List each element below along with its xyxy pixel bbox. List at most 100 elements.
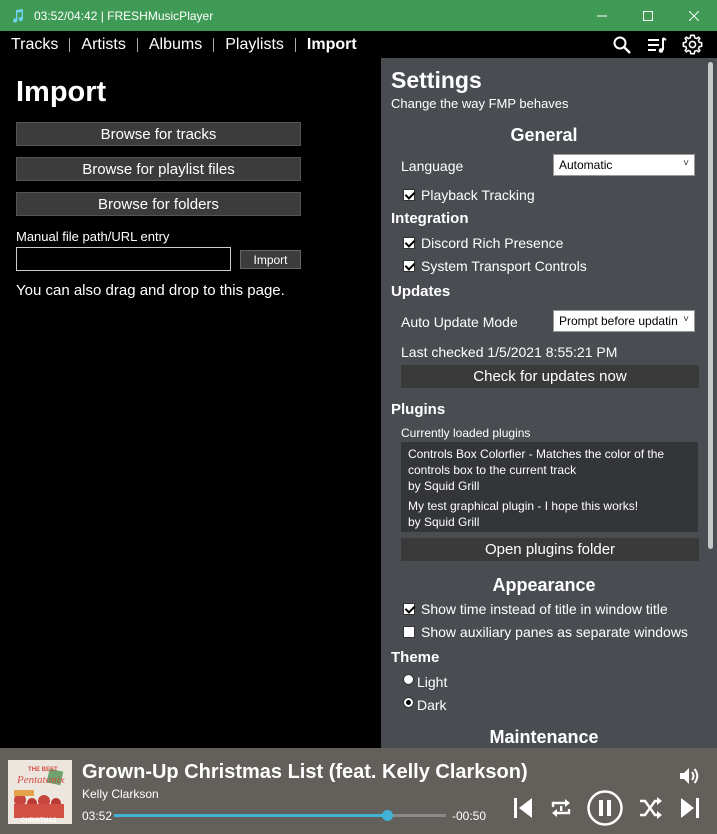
- queue-button[interactable]: [646, 34, 668, 56]
- appearance-heading: Appearance: [492, 575, 596, 595]
- plugins-list[interactable]: Controls Box Colorfier - Matches the col…: [401, 442, 698, 532]
- drag-drop-hint: You can also drag and drop to this page.: [16, 282, 285, 299]
- minimize-icon: [597, 15, 607, 16]
- progress-thumb[interactable]: [382, 810, 394, 821]
- maintenance-heading: Maintenance: [489, 727, 599, 747]
- checkbox-box: [403, 237, 415, 249]
- album-art[interactable]: THE BEST Pentatonix CHRISTMAS: [8, 760, 72, 824]
- progress-fill: [114, 814, 388, 817]
- theme-light-radio[interactable]: Light: [403, 673, 447, 690]
- repeat-icon: [551, 799, 571, 817]
- radio-label: Dark: [417, 697, 447, 713]
- tab-albums[interactable]: Albums: [138, 36, 213, 54]
- checkbox-box: [403, 189, 415, 201]
- player-controls: THE BEST Pentatonix CHRISTMAS Grown-Up C…: [0, 748, 717, 834]
- search-button[interactable]: [611, 34, 633, 56]
- integration-heading: Integration: [391, 210, 469, 227]
- settings-pane: Settings Change the way FMP behaves Gene…: [381, 58, 717, 748]
- manual-entry-label: Manual file path/URL entry: [16, 229, 170, 244]
- import-button[interactable]: Import: [240, 250, 301, 269]
- theme-heading: Theme: [391, 649, 440, 666]
- nav-bar: Tracks Artists Albums Playlists Import: [0, 31, 717, 58]
- open-plugins-folder-button[interactable]: Open plugins folder: [401, 538, 699, 561]
- album-art-bottom-text: CHRISTMAS: [21, 818, 57, 824]
- smtc-checkbox[interactable]: System Transport Controls: [403, 258, 587, 274]
- checkbox-label: Playback Tracking: [421, 187, 535, 203]
- check-updates-button[interactable]: Check for updates now: [401, 365, 699, 388]
- aux-panes-checkbox[interactable]: Show auxiliary panes as separate windows: [403, 624, 688, 640]
- settings-button[interactable]: [681, 34, 703, 56]
- shuffle-button[interactable]: [636, 794, 666, 822]
- play-pause-button[interactable]: [585, 788, 625, 828]
- settings-subtitle: Change the way FMP behaves: [391, 96, 569, 111]
- pause-icon: [587, 790, 623, 826]
- tab-artists[interactable]: Artists: [70, 36, 136, 54]
- radio-dot: [403, 673, 414, 685]
- playback-tracking-checkbox[interactable]: Playback Tracking: [403, 187, 535, 203]
- skip-previous-icon: [514, 798, 532, 818]
- repeat-button[interactable]: [546, 794, 576, 822]
- track-title[interactable]: Grown-Up Christmas List (feat. Kelly Cla…: [82, 761, 528, 784]
- checkbox-label: System Transport Controls: [421, 258, 587, 274]
- list-item: Controls Box Colorfier - Matches the col…: [408, 446, 691, 494]
- settings-gear-icon: [682, 34, 702, 55]
- general-heading: General: [510, 125, 578, 145]
- tab-playlists[interactable]: Playlists: [214, 36, 295, 54]
- update-mode-select[interactable]: Prompt before updating ˅: [553, 310, 695, 332]
- album-art-image: THE BEST Pentatonix CHRISTMAS: [8, 760, 72, 824]
- queue-icon: [648, 36, 667, 53]
- minimize-button[interactable]: [579, 0, 625, 31]
- progress-slider[interactable]: [114, 810, 446, 821]
- update-mode-select-value: Prompt before updating: [559, 314, 677, 328]
- discord-rpc-checkbox[interactable]: Discord Rich Presence: [403, 235, 563, 251]
- browse-playlists-button[interactable]: Browse for playlist files: [16, 157, 301, 181]
- window-title: 03:52/04:42 | FRESHMusicPlayer: [34, 8, 214, 23]
- album-art-band-text: Pentatonix: [16, 774, 65, 786]
- plugin-author: by Squid Grill: [408, 515, 480, 529]
- page-title: Import: [16, 76, 107, 108]
- previous-button[interactable]: [508, 794, 538, 822]
- time-in-title-checkbox[interactable]: Show time instead of title in window tit…: [403, 601, 668, 617]
- browse-folders-button[interactable]: Browse for folders: [16, 192, 301, 216]
- manual-path-input[interactable]: [16, 247, 231, 271]
- language-select-value: Automatic: [559, 158, 613, 172]
- next-button[interactable]: [675, 794, 705, 822]
- plugin-description: My test graphical plugin - I hope this w…: [408, 499, 639, 513]
- volume-icon: [680, 768, 699, 784]
- language-select[interactable]: Automatic ˅: [553, 154, 695, 176]
- checkbox-box: [403, 260, 415, 272]
- chevron-down-icon: ˅: [683, 314, 689, 325]
- update-mode-label: Auto Update Mode: [401, 314, 518, 330]
- track-artist[interactable]: Kelly Clarkson: [82, 787, 159, 801]
- checkbox-box: [403, 626, 415, 638]
- plugins-heading: Plugins: [391, 401, 446, 418]
- settings-scrollbar[interactable]: [708, 62, 713, 549]
- import-pane: Import Browse for tracks Browse for play…: [0, 58, 381, 748]
- tab-tracks[interactable]: Tracks: [0, 36, 69, 54]
- checkbox-label: Show time instead of title in window tit…: [421, 601, 668, 617]
- tab-import[interactable]: Import: [296, 36, 368, 54]
- shuffle-icon: [640, 797, 662, 819]
- browse-tracks-button[interactable]: Browse for tracks: [16, 122, 301, 146]
- volume-button[interactable]: [676, 764, 704, 788]
- search-icon: [613, 36, 631, 54]
- settings-title: Settings: [391, 67, 482, 93]
- close-button[interactable]: [671, 0, 717, 31]
- remaining-time: -00:50: [452, 809, 487, 823]
- checkbox-box: [403, 603, 415, 615]
- language-label: Language: [401, 158, 464, 174]
- maximize-button[interactable]: [625, 0, 671, 31]
- maximize-icon: [643, 10, 653, 21]
- chevron-down-icon: ˅: [683, 158, 689, 169]
- skip-next-icon: [681, 798, 699, 818]
- list-item: My test graphical plugin - I hope this w…: [408, 498, 691, 530]
- plugin-author: by Squid Grill: [408, 479, 480, 493]
- radio-dot: [403, 696, 414, 708]
- updates-heading: Updates: [391, 283, 451, 300]
- album-art-top-text: THE BEST: [28, 767, 58, 773]
- close-icon: [689, 10, 699, 21]
- title-bar: 03:52/04:42 | FRESHMusicPlayer: [0, 0, 717, 31]
- theme-dark-radio[interactable]: Dark: [403, 696, 447, 713]
- checkbox-label: Discord Rich Presence: [421, 235, 564, 251]
- checkbox-label: Show auxiliary panes as separate windows: [421, 624, 688, 640]
